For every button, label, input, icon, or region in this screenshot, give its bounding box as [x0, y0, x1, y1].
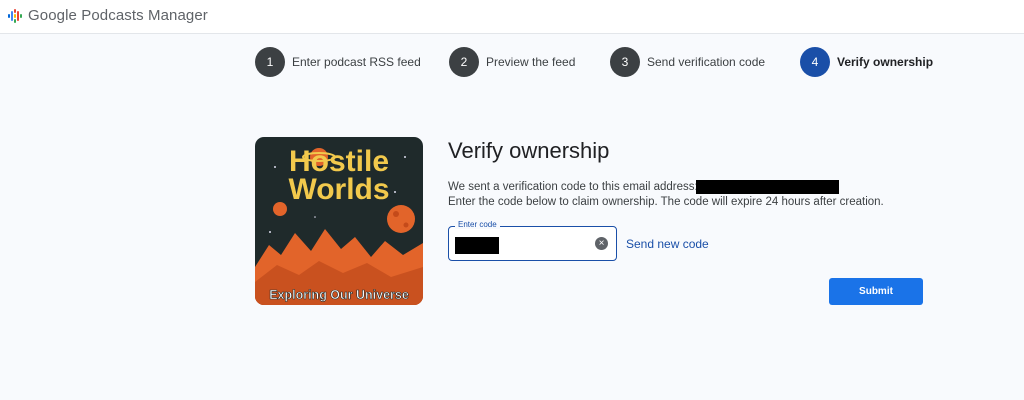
send-new-code-link[interactable]: Send new code [626, 237, 709, 251]
app-logo[interactable]: Google Podcasts Manager [8, 7, 208, 24]
expiry-description: Enter the code below to claim ownership.… [448, 196, 884, 208]
step-number: 4 [800, 47, 830, 77]
podcast-artwork: Hostile Worlds Exploring Our Universe [255, 137, 423, 305]
step-label: Preview the feed [486, 55, 576, 69]
submit-button[interactable]: Submit [829, 278, 923, 305]
step-label: Send verification code [647, 55, 766, 69]
artwork-subtitle: Exploring Our Universe [269, 288, 409, 302]
podcasts-logo-icon [8, 8, 22, 23]
verification-description: We sent a verification code to this emai… [448, 181, 698, 193]
code-input[interactable] [455, 237, 499, 254]
step-label: Verify ownership [837, 55, 934, 69]
top-app-bar: Google Podcasts Manager [0, 0, 1024, 34]
app-title: Google Podcasts Manager [28, 7, 208, 24]
artwork-title-line2: Worlds [288, 173, 389, 206]
step-1: 1 Enter podcast RSS feed [255, 46, 421, 78]
step-number: 3 [610, 47, 640, 77]
step-3: 3 Send verification code [610, 46, 765, 78]
code-field-label: Enter code [455, 220, 500, 229]
form-title: Verify ownership [448, 138, 610, 163]
step-number: 2 [449, 47, 479, 77]
step-number: 1 [255, 47, 285, 77]
code-field[interactable]: Enter code × [448, 220, 617, 261]
redacted-email [696, 180, 839, 194]
step-4: 4 Verify ownership [800, 46, 933, 78]
clear-icon[interactable]: × [595, 237, 608, 250]
step-2: 2 Preview the feed [449, 46, 575, 78]
step-label: Enter podcast RSS feed [292, 55, 421, 69]
